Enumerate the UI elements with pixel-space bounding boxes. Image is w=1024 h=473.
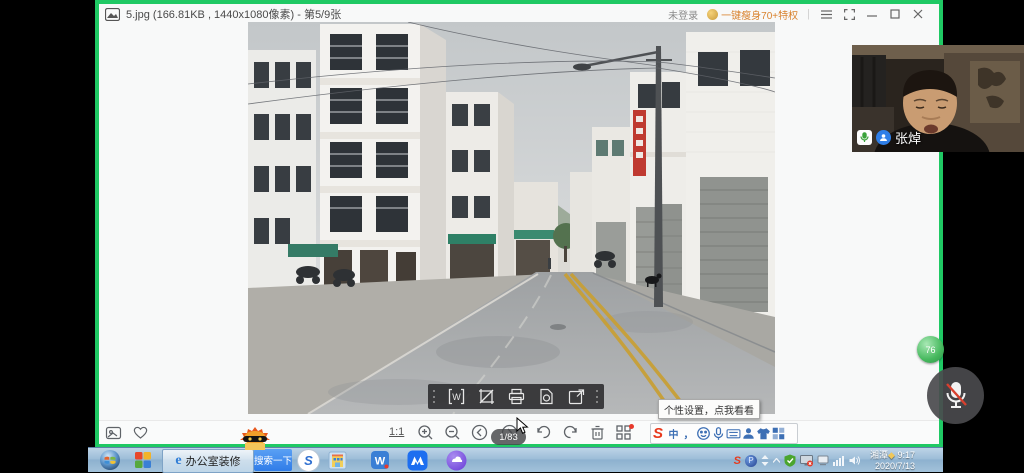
maximize-icon [890, 9, 900, 19]
taskbar-app-building[interactable] [326, 449, 348, 471]
voov-meeting-icon[interactable] [405, 449, 429, 471]
close-icon [913, 9, 923, 19]
tray-shield-icon[interactable] [784, 454, 796, 467]
sogou-browser-icon[interactable]: S [297, 449, 320, 472]
svg-text:W: W [452, 392, 461, 402]
fullscreen-button[interactable] [842, 7, 856, 21]
ie-window-button[interactable]: e 办公室装修 [162, 449, 254, 473]
photo-floating-toolbar: W [428, 384, 604, 409]
participant-name: 张焯 [895, 128, 921, 147]
accelerator-ball[interactable]: 76 [917, 336, 944, 363]
tray-date: 2020/7/13 [865, 461, 915, 472]
street-photo [248, 22, 775, 414]
svg-text:W: W [375, 456, 386, 468]
settings-tooltip[interactable]: 个性设置，点我看看 [658, 399, 760, 419]
login-status[interactable]: 未登录 [668, 7, 698, 22]
redo-rotate-right-icon[interactable] [562, 424, 579, 441]
coin-icon [707, 9, 718, 20]
participant-name-row: 张焯 [857, 128, 921, 147]
drag-handle-right[interactable] [596, 390, 599, 403]
hidden-icons-chevron[interactable] [773, 458, 780, 463]
gallery-icon[interactable] [105, 424, 122, 441]
drag-handle-left[interactable] [433, 390, 436, 403]
fullscreen-icon [844, 9, 855, 20]
sogou-keyboard-icon[interactable] [726, 426, 741, 441]
window-title: 5.jpg (166.81KB , 1440x1080像素) - 第5/9张 [126, 6, 341, 22]
participant-avatar-icon [876, 130, 891, 145]
promo-badge[interactable]: 一键瘦身70+特权 [707, 7, 798, 22]
search-button[interactable]: 搜索一下 [254, 449, 292, 471]
tray-clock[interactable]: 湘潭◆ 9:17 2020/7/13 [865, 450, 915, 471]
windows-taskbar: e 办公室装修 搜索一下 S W [88, 447, 943, 472]
sogou-punctuation[interactable]: ， [681, 426, 696, 441]
zoom-out-icon[interactable] [444, 424, 461, 441]
promo-badge-label: 一键瘦身70+特权 [721, 7, 798, 22]
print-button[interactable] [508, 388, 525, 405]
mascot-flame-icon[interactable] [239, 427, 271, 450]
minimize-icon [867, 9, 877, 19]
sogou-skin-shirt-icon[interactable] [756, 426, 771, 441]
tray-app-icon[interactable]: P [745, 455, 757, 467]
tray-time: 9:17 [897, 450, 915, 460]
start-button[interactable] [99, 449, 121, 471]
wps-office-icon[interactable]: W [369, 449, 391, 471]
windows-start-orb-icon [99, 449, 121, 471]
system-tray: S P 湘潭◆ 9:17 2020/7/13 [734, 448, 915, 473]
webcam-video: 张焯 [852, 45, 1024, 152]
building-app-icon [328, 451, 347, 470]
tray-location: 湘潭 [870, 450, 888, 460]
taskbar-app-colorful[interactable] [133, 449, 153, 471]
viewer-logo-icon [105, 8, 120, 21]
crop-button[interactable] [478, 388, 495, 405]
tray-volume-icon[interactable] [849, 455, 861, 466]
watermark-button[interactable]: W [448, 388, 465, 405]
hamburger-icon [821, 10, 832, 19]
taskbar-app-purple[interactable] [444, 449, 468, 471]
undo-rotate-left-icon[interactable] [535, 424, 552, 441]
tray-network-signal-icon[interactable] [833, 455, 845, 466]
titlebar: 5.jpg (166.81KB , 1440x1080像素) - 第5/9张 未… [99, 4, 939, 24]
participant-mic-icon [857, 130, 872, 145]
sogou-account-icon[interactable] [741, 426, 756, 441]
delete-trash-icon[interactable] [589, 424, 606, 441]
menu-button[interactable] [819, 7, 833, 21]
weather-icon: ◆ [888, 450, 895, 460]
tray-monitor-alert-icon[interactable] [800, 455, 813, 467]
internet-explorer-icon: e [175, 453, 181, 469]
sogou-input-toolbar: S 中 ， [650, 423, 798, 444]
notification-dot [629, 424, 634, 429]
tray-updown-icon[interactable] [761, 455, 769, 466]
maximize-button[interactable] [888, 7, 902, 21]
pinwheel-app-icon [134, 451, 152, 469]
actual-size-button[interactable]: 1:1 [389, 426, 404, 443]
mic-muted-icon [943, 381, 969, 411]
divider: | [807, 8, 810, 20]
favorite-heart-icon[interactable] [132, 424, 149, 441]
zoom-in-icon[interactable] [417, 424, 434, 441]
tray-device-icon[interactable] [817, 455, 829, 466]
sogou-logo[interactable]: S [653, 425, 663, 442]
mic-muted-button[interactable] [927, 367, 984, 424]
sogou-mode-chinese[interactable]: 中 [666, 426, 681, 441]
sogou-letter: S [304, 453, 313, 468]
close-button[interactable] [911, 7, 925, 21]
sogou-toolbox-icon[interactable] [771, 426, 786, 441]
mouse-cursor [516, 417, 529, 435]
search-button-label: 搜索一下 [254, 453, 292, 467]
ie-window-label: 办公室装修 [186, 453, 241, 469]
minimize-button[interactable] [865, 7, 879, 21]
sogou-emoji-icon[interactable] [696, 426, 711, 441]
sogou-voice-mic-icon[interactable] [711, 426, 726, 441]
tray-sogou-icon[interactable]: S [734, 455, 741, 467]
accelerator-value: 76 [925, 345, 935, 355]
previous-image-button[interactable] [471, 424, 488, 441]
open-with-button[interactable] [568, 388, 585, 405]
convert-file-button[interactable] [538, 388, 555, 405]
